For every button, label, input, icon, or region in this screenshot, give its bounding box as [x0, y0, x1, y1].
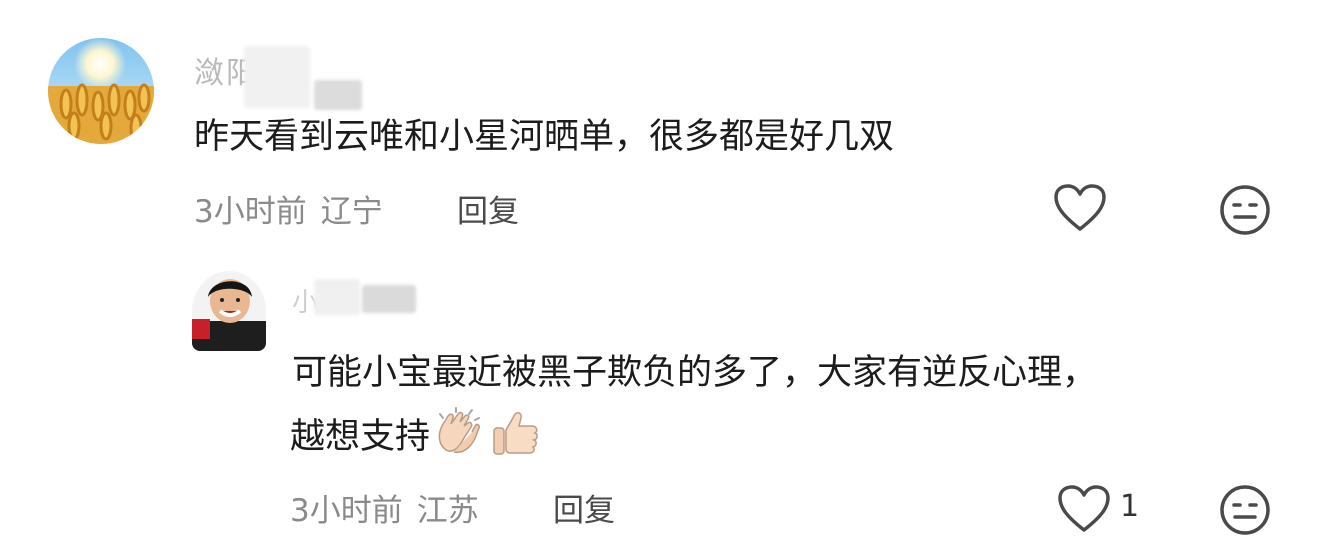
heart-icon[interactable] [1056, 483, 1112, 535]
dislike-face-icon[interactable] [1219, 484, 1271, 536]
dislike-face-icon[interactable] [1219, 184, 1271, 236]
comment-text: 可能小宝最近被黑子欺负的多了，大家有逆反心理， [292, 353, 1098, 393]
avatar[interactable] [48, 38, 154, 144]
comment-meta: 3小时前 江苏 [290, 485, 479, 530]
heart-icon[interactable] [1052, 182, 1108, 234]
comment-text-line2: 越想支持 [290, 406, 542, 476]
avatar[interactable] [192, 271, 266, 351]
location: 辽宁 [320, 194, 383, 230]
username-redaction [244, 46, 310, 108]
reply-button[interactable]: 回复 [553, 485, 615, 530]
comment-text-end: 越想支持 [290, 417, 431, 457]
clapping-hands-icon [432, 406, 484, 476]
comment-text: 昨天看到云唯和小星河晒单，很多都是好几双 [194, 117, 895, 157]
thumbs-up-icon [490, 406, 542, 476]
timestamp: 3小时前 [194, 194, 307, 230]
location: 江苏 [416, 493, 479, 529]
username-redaction [314, 279, 360, 315]
reply-button[interactable]: 回复 [457, 186, 519, 231]
timestamp: 3小时前 [290, 493, 403, 529]
like-count: 1 [1120, 489, 1140, 524]
username-redaction [314, 80, 362, 110]
username-redaction [362, 285, 416, 313]
comment-meta: 3小时前 辽宁 [194, 186, 383, 231]
